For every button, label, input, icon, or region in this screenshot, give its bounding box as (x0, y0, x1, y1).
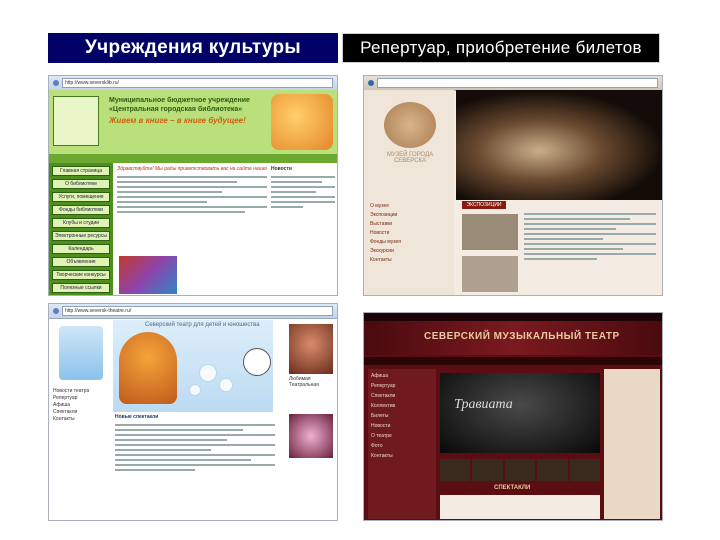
portrait-caption: Любимая Театральная (289, 376, 319, 388)
sidebar-item[interactable]: Календарь (52, 244, 110, 254)
sidebar-item[interactable]: Объявления (52, 257, 110, 267)
browser-toolbar: http://www.seversklib.ru/ (49, 76, 337, 91)
nav-item[interactable]: Контакты (53, 416, 105, 423)
menu-item[interactable]: Выставки (370, 221, 450, 227)
clock-icon (243, 348, 271, 376)
top-strip (364, 313, 662, 321)
theater-news: Новые спектакли (115, 414, 275, 474)
sidebar-item[interactable]: О библиотеке (52, 179, 110, 189)
browser-toolbar (364, 76, 662, 91)
menu-item[interactable]: Коллектив (371, 403, 433, 409)
menu-item[interactable]: Репертуар (371, 383, 433, 389)
text-lines (117, 176, 267, 213)
nav-item[interactable]: Новости театра (53, 388, 105, 395)
menu-item[interactable]: Экспозиции (370, 212, 450, 218)
nav-item[interactable]: Репертуар (53, 395, 105, 402)
sidebar-item[interactable]: Электронные ресурсы (52, 231, 110, 241)
library-screenshot: http://www.seversklib.ru/ Муниципальное … (48, 75, 338, 296)
address-bar[interactable]: http://www.seversk-theatre.ru/ (62, 306, 333, 316)
museum-menu: О музее Экспозиции Выставки Новости Фонд… (370, 200, 450, 266)
music-theater-screenshot: СЕВЕРСКИЙ МУЗЫКАЛЬНЫЙ ТЕАТР Афиша Реперт… (363, 312, 663, 521)
library-banner: Муниципальное бюджетное учреждение «Цент… (49, 90, 337, 154)
ship-logo (59, 326, 103, 380)
bubble-decoration (199, 364, 217, 382)
children-illustration (271, 94, 333, 150)
thumbnail-strip (440, 459, 601, 481)
music-theater-title: СЕВЕРСКИЙ МУЗЫКАЛЬНЫЙ ТЕАТР (424, 331, 620, 342)
museum-sidebar: МУЗЕЙ ГОРОДА СЕВЕРСКА О музее Экспозиции… (364, 90, 454, 295)
theater-banner: СЕВЕРСКИЙ МУЗЫКАЛЬНЫЙ ТЕАТР (364, 321, 662, 355)
artifact-hero-image (456, 90, 662, 200)
traviata-poster[interactable]: Травиата (440, 373, 600, 453)
header-culture-institutions: Учреждения культуры (48, 33, 338, 63)
library-news: Новости (271, 166, 335, 211)
childrens-theater-screenshot: http://www.seversk-theatre.ru/ Северский… (48, 303, 338, 521)
exhibit-thumbnail[interactable] (462, 256, 518, 292)
performance-thumbnail[interactable] (537, 459, 568, 481)
browser-toolbar: http://www.seversk-theatre.ru/ (49, 304, 337, 319)
museum-screenshot: МУЗЕЙ ГОРОДА СЕВЕРСКА О музее Экспозиции… (363, 75, 663, 296)
exhibit-thumbnail[interactable] (462, 214, 518, 250)
back-icon[interactable] (53, 80, 59, 86)
museum-text (524, 210, 656, 263)
performances-heading: СПЕКТАКЛИ (494, 485, 531, 491)
address-bar[interactable]: http://www.seversklib.ru/ (62, 78, 333, 88)
sidebar-item[interactable]: Творческие конкурсы (52, 270, 110, 280)
character-illustration (119, 332, 177, 404)
library-main: Здравствуйте! Мы рады приветствовать вас… (117, 166, 267, 216)
theater-nav: Новости театра Репертуар Афиша Спектакли… (53, 388, 105, 423)
menu-item[interactable]: Билеты (371, 413, 433, 419)
poster-title: Травиата (454, 397, 513, 412)
menu-item[interactable]: Контакты (370, 257, 450, 263)
menu-item[interactable]: Фонды музея (370, 239, 450, 245)
menu-item[interactable]: Новости (371, 423, 433, 429)
back-icon[interactable] (53, 308, 59, 314)
header-repertoire-tickets: Репертуар, приобретение билетов (342, 33, 660, 63)
bubble-decoration (219, 378, 233, 392)
mosaic-image (119, 256, 177, 294)
library-sidebar: Главная страница О библиотеке Услуги, по… (49, 163, 113, 295)
actress-portrait (289, 324, 333, 374)
performance-thumbnail[interactable] (569, 459, 601, 481)
music-theater-nav (364, 357, 662, 365)
performance-thumbnail[interactable] (440, 459, 471, 481)
library-slogan: Живем в книге – в книге будущее! (109, 116, 246, 125)
library-logo (53, 96, 99, 146)
exhibitions-tab[interactable]: ЭКСПОЗИЦИИ (462, 201, 506, 209)
menu-item[interactable]: Экскурсии (370, 248, 450, 254)
sidebar-item[interactable]: Главная страница (52, 166, 110, 176)
welcome-text: Здравствуйте! Мы рады приветствовать вас… (117, 166, 267, 172)
library-topnav (49, 154, 337, 163)
menu-item[interactable]: Афиша (371, 373, 433, 379)
menu-item[interactable]: Контакты (371, 453, 433, 459)
nav-item[interactable]: Спектакли (53, 409, 105, 416)
music-theater-menu: Афиша Репертуар Спектакли Коллектив Биле… (368, 369, 436, 519)
sidebar-item[interactable]: Клубы и студии (52, 218, 110, 228)
theater-title: Северский театр для детей и юношества (145, 322, 260, 328)
performances-area (440, 495, 600, 519)
performance-thumbnail[interactable] (504, 459, 536, 481)
menu-item[interactable]: Фото (371, 443, 433, 449)
sidebar-item[interactable]: Услуги, помещения (52, 192, 110, 202)
museum-emblem (384, 102, 436, 148)
bubble-decoration (189, 384, 201, 396)
sidebar-item[interactable]: Полезные ссылки (52, 283, 110, 293)
music-theater-sidebar (604, 369, 660, 519)
menu-item[interactable]: О музее (370, 203, 450, 209)
performance-thumbnail[interactable] (472, 459, 503, 481)
museum-title: МУЗЕЙ ГОРОДА СЕВЕРСКА (386, 152, 434, 164)
back-icon[interactable] (368, 80, 374, 86)
news-headline: Новые спектакли (115, 414, 159, 420)
menu-item[interactable]: Новости (370, 230, 450, 236)
sidebar-item[interactable]: Фонды библиотеки (52, 205, 110, 215)
menu-item[interactable]: Спектакли (371, 393, 433, 399)
stage-photo (289, 414, 333, 458)
nav-item[interactable]: Афиша (53, 402, 105, 409)
address-bar[interactable] (377, 78, 658, 88)
news-lines (271, 176, 335, 208)
news-heading: Новости (271, 166, 292, 172)
menu-item[interactable]: О театре (371, 433, 433, 439)
